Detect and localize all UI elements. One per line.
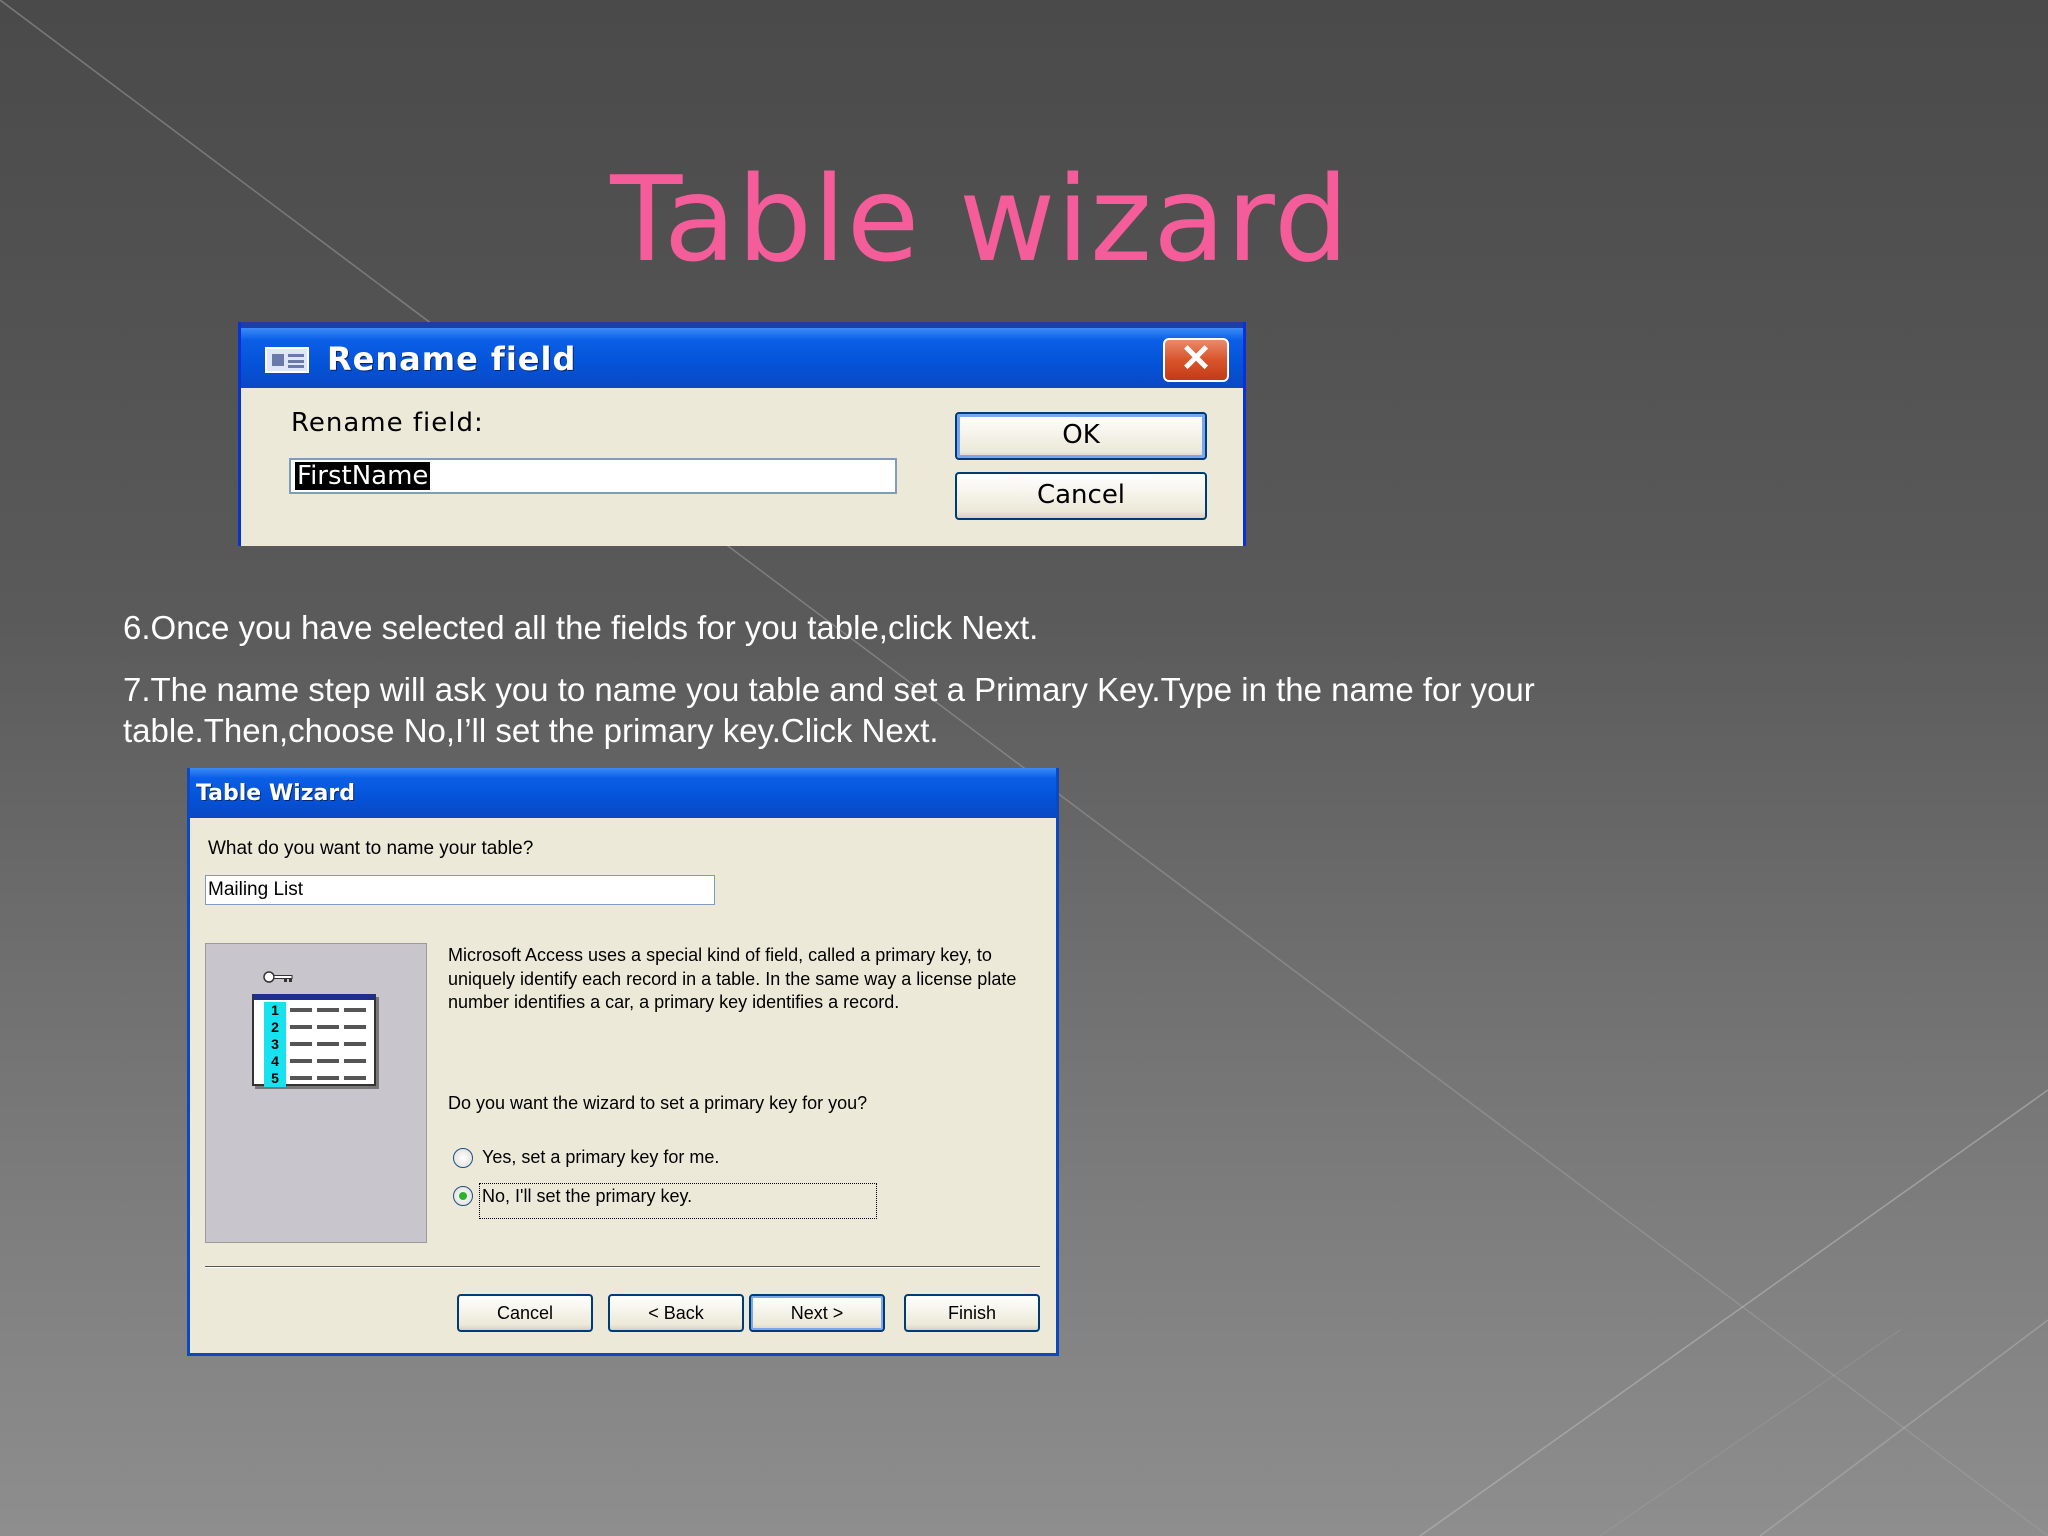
mini-table-row: 1 <box>254 1002 374 1019</box>
button-divider <box>205 1266 1040 1268</box>
key-icon <box>263 971 293 983</box>
wizard-titlebar[interactable]: Table Wizard <box>190 768 1056 818</box>
wizard-title: Table Wizard <box>196 781 355 806</box>
radio-no-label[interactable]: No, I'll set the primary key. <box>482 1186 692 1207</box>
rename-field-label: Rename field: <box>291 408 484 438</box>
step-7-text-line2: table.Then,choose No,I’ll set the primar… <box>123 712 939 749</box>
wizard-cancel-button[interactable]: Cancel <box>457 1294 593 1332</box>
table-icon: 1 2 3 4 5 <box>252 994 376 1087</box>
primary-key-question: Do you want the wizard to set a primary … <box>448 1093 868 1113</box>
table-name-input[interactable]: Mailing List <box>205 875 715 905</box>
next-button[interactable]: Next > <box>749 1294 885 1332</box>
rename-field-input[interactable]: FirstName <box>289 458 897 494</box>
slide-title: Table wizard <box>610 150 1350 288</box>
mini-table-row: 4 <box>254 1053 374 1070</box>
table-wizard-dialog: Table Wizard What do you want to name yo… <box>187 768 1059 1356</box>
finish-button[interactable]: Finish <box>904 1294 1040 1332</box>
step-6-text: 6.Once you have selected all the fields … <box>123 609 1039 646</box>
rename-cancel-button[interactable]: Cancel <box>955 472 1207 520</box>
row-number: 4 <box>264 1053 286 1070</box>
row-number: 3 <box>264 1036 286 1053</box>
primary-key-illustration: 1 2 3 4 5 <box>205 943 427 1243</box>
mini-table-row: 3 <box>254 1036 374 1053</box>
mini-table-row: 5 <box>254 1070 374 1087</box>
ok-button[interactable]: OK <box>955 412 1207 460</box>
close-button[interactable]: ✕ <box>1163 338 1229 382</box>
close-icon: ✕ <box>1180 338 1212 380</box>
row-number: 2 <box>264 1019 286 1036</box>
radio-yes-label[interactable]: Yes, set a primary key for me. <box>482 1147 719 1168</box>
mini-table-row: 2 <box>254 1019 374 1036</box>
rename-dialog-titlebar[interactable]: Rename field ✕ <box>241 328 1243 388</box>
radio-yes[interactable] <box>453 1148 473 1168</box>
window-icon <box>265 347 309 373</box>
radio-no[interactable] <box>453 1186 473 1206</box>
rename-dialog-title: Rename field <box>327 340 577 378</box>
table-name-question: What do you want to name your table? <box>208 838 534 859</box>
rename-field-value: FirstName <box>295 461 431 491</box>
step-7-text-line1: 7.The name step will ask you to name you… <box>123 671 1535 708</box>
row-number: 1 <box>264 1002 286 1019</box>
primary-key-description: Microsoft Access uses a special kind of … <box>448 945 1017 1012</box>
back-button[interactable]: < Back <box>608 1294 744 1332</box>
rename-field-dialog: Rename field ✕ Rename field: FirstName O… <box>238 322 1246 546</box>
row-number: 5 <box>264 1070 286 1087</box>
